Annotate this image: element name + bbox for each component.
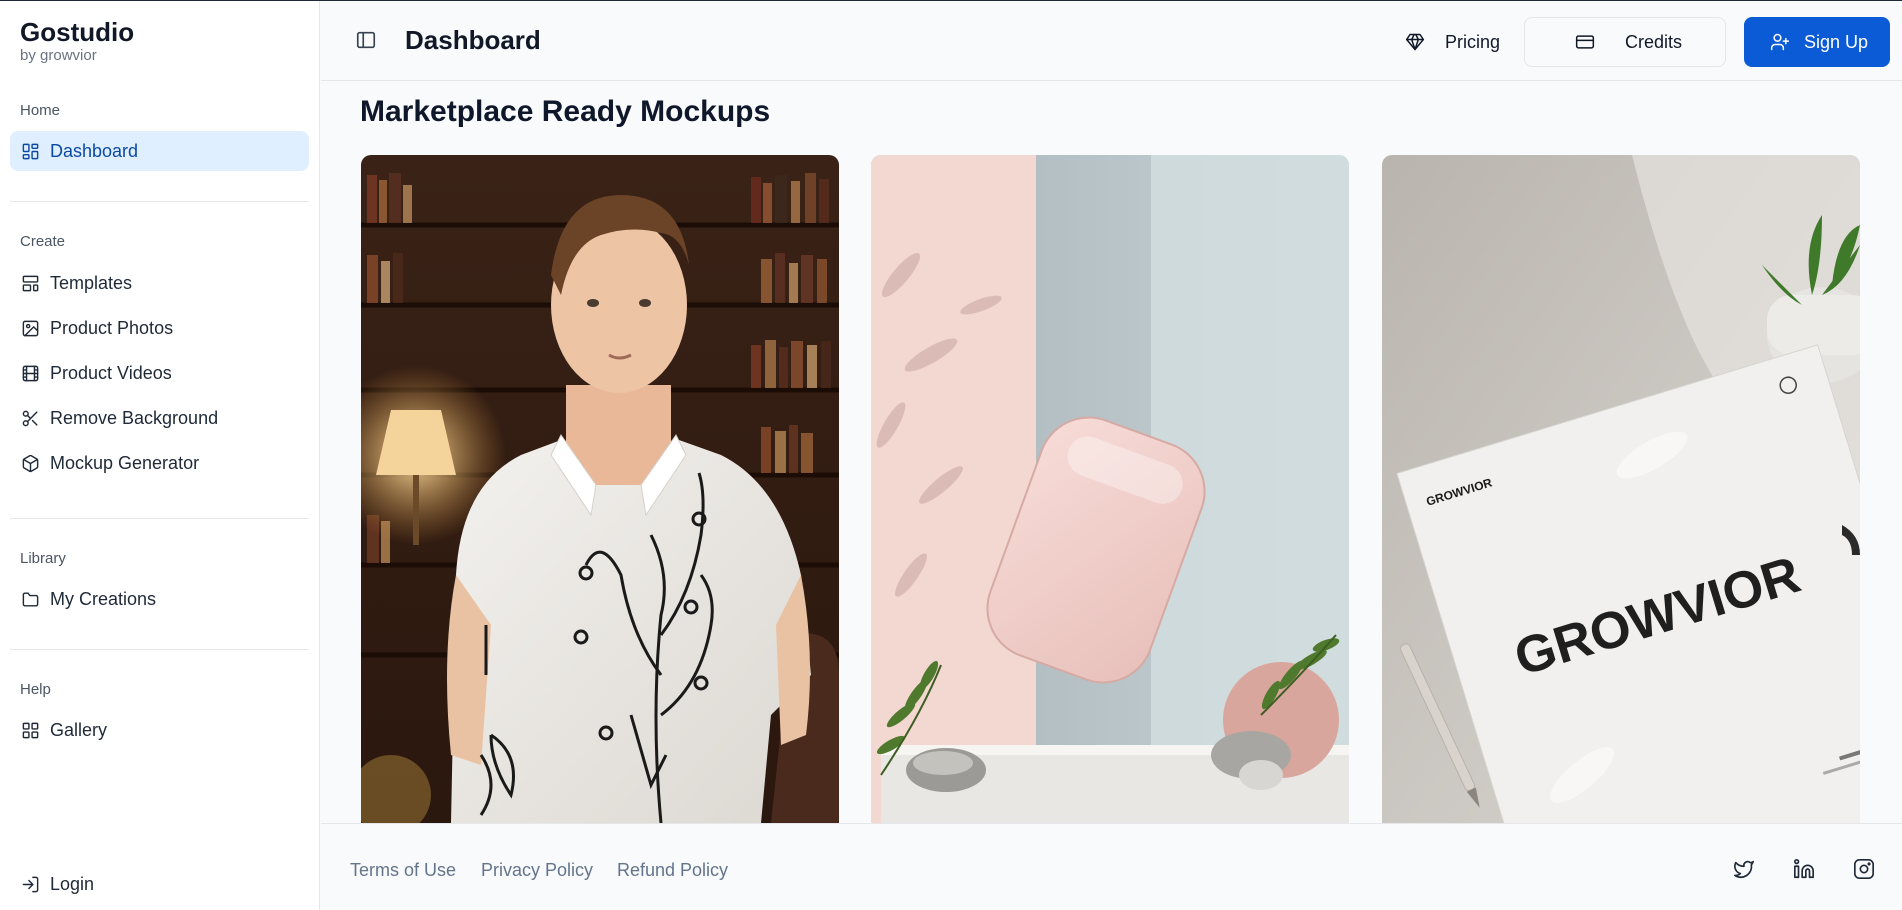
login-icon — [20, 874, 40, 894]
sidebar-item-product-photos[interactable]: Product Photos — [10, 308, 309, 348]
pricing-button[interactable]: Pricing — [1385, 17, 1517, 67]
folder-icon — [20, 589, 40, 609]
page-title: Dashboard — [405, 25, 541, 55]
shirt-mockup-image — [361, 155, 839, 823]
section-title: Marketplace Ready Mockups — [360, 95, 771, 128]
login-label: Login — [50, 873, 95, 894]
credits-label: Credits — [1625, 31, 1683, 52]
section-label-home: Home — [20, 102, 61, 119]
templates-icon — [20, 273, 40, 293]
refund-link[interactable]: Refund Policy — [617, 860, 728, 881]
terms-link[interactable]: Terms of Use — [350, 860, 456, 881]
scissors-icon — [20, 408, 40, 428]
mockup-card-powerbank[interactable] — [871, 155, 1349, 823]
sidebar-item-label: Mockup Generator — [50, 452, 200, 473]
sidebar: Gostudio by growvior Home Dashboard Crea… — [0, 1, 320, 910]
dashboard-icon — [20, 141, 40, 161]
film-icon — [20, 363, 40, 383]
powerbank-mockup-image — [871, 155, 1349, 823]
image-icon — [20, 318, 40, 338]
twitter-icon[interactable] — [1733, 858, 1757, 882]
sidebar-item-my-creations[interactable]: My Creations — [10, 579, 309, 619]
privacy-link[interactable]: Privacy Policy — [481, 860, 593, 881]
sidebar-item-dashboard[interactable]: Dashboard — [10, 131, 309, 171]
sign-up-button[interactable]: Sign Up — [1744, 17, 1890, 67]
instagram-icon[interactable] — [1853, 858, 1877, 882]
divider — [10, 201, 309, 202]
pricing-label: Pricing — [1445, 31, 1501, 52]
sidebar-item-label: Dashboard — [50, 140, 139, 161]
sidebar-item-label: My Creations — [50, 588, 157, 609]
user-plus-icon — [1770, 33, 1790, 51]
credits-button[interactable]: Credits — [1524, 17, 1726, 67]
sidebar-item-label: Product Photos — [50, 317, 174, 338]
divider — [10, 518, 309, 519]
brochure-mockup-image: GROWVIOR GROWVIOR — [1382, 155, 1860, 823]
sidebar-item-gallery[interactable]: Gallery — [10, 710, 309, 750]
header: Dashboard Pricing Credits Sign Up — [321, 1, 1902, 81]
sidebar-item-label: Remove Background — [50, 407, 219, 428]
sidebar-item-label: Product Videos — [50, 362, 172, 383]
section-label-library: Library — [20, 550, 66, 567]
credit-card-icon — [1575, 35, 1595, 49]
sidebar-item-label: Templates — [50, 272, 133, 293]
brand-title: Gostudio — [20, 17, 135, 47]
sidebar-item-mockup-generator[interactable]: Mockup Generator — [10, 443, 309, 483]
linkedin-icon[interactable] — [1793, 858, 1817, 882]
sidebar-item-label: Gallery — [50, 719, 108, 740]
box-icon — [20, 453, 40, 473]
sidebar-item-remove-background[interactable]: Remove Background — [10, 398, 309, 438]
footer: Terms of Use Privacy Policy Refund Polic… — [321, 823, 1902, 910]
sidebar-toggle-icon[interactable] — [355, 29, 379, 53]
section-label-create: Create — [20, 233, 66, 250]
brand-subtitle: by growvior — [20, 47, 97, 64]
sidebar-item-product-videos[interactable]: Product Videos — [10, 353, 309, 393]
mockup-card-brochure[interactable]: GROWVIOR GROWVIOR — [1382, 155, 1860, 823]
divider — [10, 649, 309, 650]
brand[interactable]: Gostudio by growvior — [20, 17, 134, 65]
login-button[interactable]: Login — [10, 864, 309, 904]
sign-up-label: Sign Up — [1804, 31, 1869, 52]
gallery-icon — [20, 720, 40, 740]
section-label-help: Help — [20, 681, 51, 698]
mockup-card-shirt[interactable] — [361, 155, 839, 823]
sidebar-item-templates[interactable]: Templates — [10, 263, 309, 303]
diamond-icon — [1405, 33, 1425, 51]
